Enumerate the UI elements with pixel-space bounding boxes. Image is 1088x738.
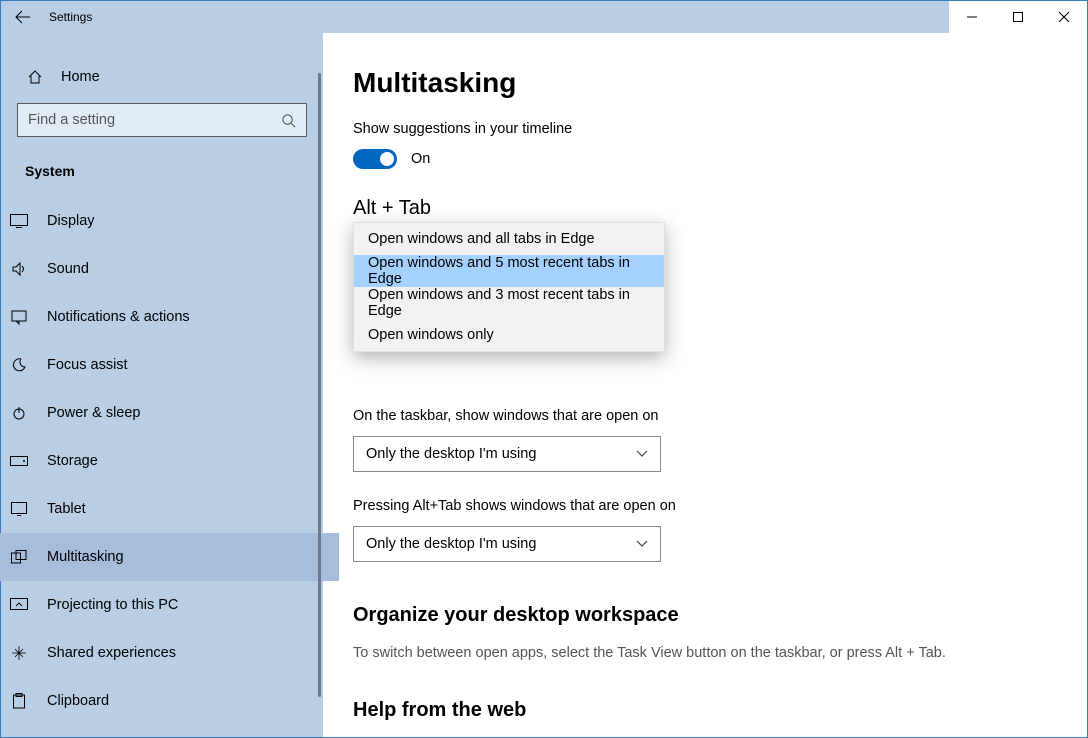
sidebar-section-header: System <box>17 155 307 197</box>
clipboard-icon <box>9 693 29 709</box>
search-input[interactable] <box>17 103 307 137</box>
alt-tab-dropdown[interactable]: Open windows and all tabs in Edge Open w… <box>353 222 665 352</box>
sidebar-scrollbar[interactable] <box>318 73 321 697</box>
sidebar: Home System Display Sound Notifications … <box>1 33 323 737</box>
home-icon <box>25 69 45 85</box>
sidebar-item-tablet[interactable]: Tablet <box>0 485 339 533</box>
sidebar-item-label: Multitasking <box>29 549 124 565</box>
nav-home[interactable]: Home <box>17 55 307 99</box>
timeline-toggle[interactable] <box>353 149 397 169</box>
chevron-down-icon <box>636 450 648 458</box>
sidebar-item-label: Tablet <box>29 501 86 517</box>
window-title: Settings <box>45 10 92 24</box>
sidebar-item-shared-experiences[interactable]: Shared experiences <box>0 629 339 677</box>
sidebar-item-label: Clipboard <box>29 693 109 709</box>
select-value: Only the desktop I'm using <box>366 446 536 462</box>
page-title: Multitasking <box>353 67 1035 99</box>
taskbar-label: On the taskbar, show windows that are op… <box>353 408 1035 424</box>
minimize-icon <box>967 12 977 22</box>
arrow-left-icon <box>15 9 31 25</box>
sidebar-item-notifications[interactable]: Notifications & actions <box>0 293 339 341</box>
organize-desc: To switch between open apps, select the … <box>353 645 1035 661</box>
storage-icon <box>9 456 29 466</box>
sidebar-item-clipboard[interactable]: Clipboard <box>0 677 339 725</box>
search-icon <box>281 113 296 128</box>
nav-home-label: Home <box>45 69 100 85</box>
sidebar-item-multitasking[interactable]: Multitasking <box>0 533 339 581</box>
tablet-icon <box>9 502 29 516</box>
help-heading: Help from the web <box>353 699 1035 722</box>
shared-icon <box>9 645 29 661</box>
back-button[interactable] <box>1 1 45 33</box>
main-content: Multitasking Show suggestions in your ti… <box>323 33 1087 737</box>
sidebar-item-label: Projecting to this PC <box>29 597 178 613</box>
multitasking-icon <box>9 550 29 564</box>
sound-icon <box>9 261 29 277</box>
window-controls <box>949 1 1087 33</box>
sidebar-item-label: Shared experiences <box>29 645 176 661</box>
maximize-button[interactable] <box>995 1 1041 33</box>
dropdown-option[interactable]: Open windows and 3 most recent tabs in E… <box>354 287 664 319</box>
sidebar-item-focus-assist[interactable]: Focus assist <box>0 341 339 389</box>
sidebar-item-power-sleep[interactable]: Power & sleep <box>0 389 339 437</box>
alt-tab-heading: Alt + Tab <box>353 197 1035 220</box>
alttab-label: Pressing Alt+Tab shows windows that are … <box>353 498 1035 514</box>
close-icon <box>1059 12 1069 22</box>
sidebar-item-projecting[interactable]: Projecting to this PC <box>0 581 339 629</box>
display-icon <box>9 214 29 228</box>
sidebar-item-label: Storage <box>29 453 98 469</box>
dropdown-option[interactable]: Open windows and 5 most recent tabs in E… <box>354 255 664 287</box>
sidebar-item-label: Notifications & actions <box>29 309 190 325</box>
sidebar-item-label: Display <box>29 213 95 229</box>
dropdown-option[interactable]: Open windows only <box>354 319 664 351</box>
sidebar-item-storage[interactable]: Storage <box>0 437 339 485</box>
select-value: Only the desktop I'm using <box>366 536 536 552</box>
moon-icon <box>9 357 29 373</box>
timeline-label: Show suggestions in your timeline <box>353 121 1035 137</box>
sidebar-item-sound[interactable]: Sound <box>0 245 339 293</box>
sidebar-item-label: Power & sleep <box>29 405 141 421</box>
nav-list: Display Sound Notifications & actions Fo… <box>0 197 339 725</box>
toggle-state-label: On <box>397 151 430 167</box>
power-icon <box>9 405 29 421</box>
search-field[interactable] <box>28 112 281 128</box>
close-button[interactable] <box>1041 1 1087 33</box>
minimize-button[interactable] <box>949 1 995 33</box>
titlebar: Settings <box>1 1 1087 33</box>
sidebar-item-label: Focus assist <box>29 357 128 373</box>
sidebar-item-label: Sound <box>29 261 89 277</box>
projecting-icon <box>9 598 29 612</box>
alttab-select[interactable]: Only the desktop I'm using <box>353 526 661 562</box>
maximize-icon <box>1013 12 1023 22</box>
organize-heading: Organize your desktop workspace <box>353 604 1035 627</box>
sidebar-item-display[interactable]: Display <box>0 197 339 245</box>
dropdown-option[interactable]: Open windows and all tabs in Edge <box>354 223 664 255</box>
notifications-icon <box>9 309 29 325</box>
taskbar-select[interactable]: Only the desktop I'm using <box>353 436 661 472</box>
chevron-down-icon <box>636 540 648 548</box>
